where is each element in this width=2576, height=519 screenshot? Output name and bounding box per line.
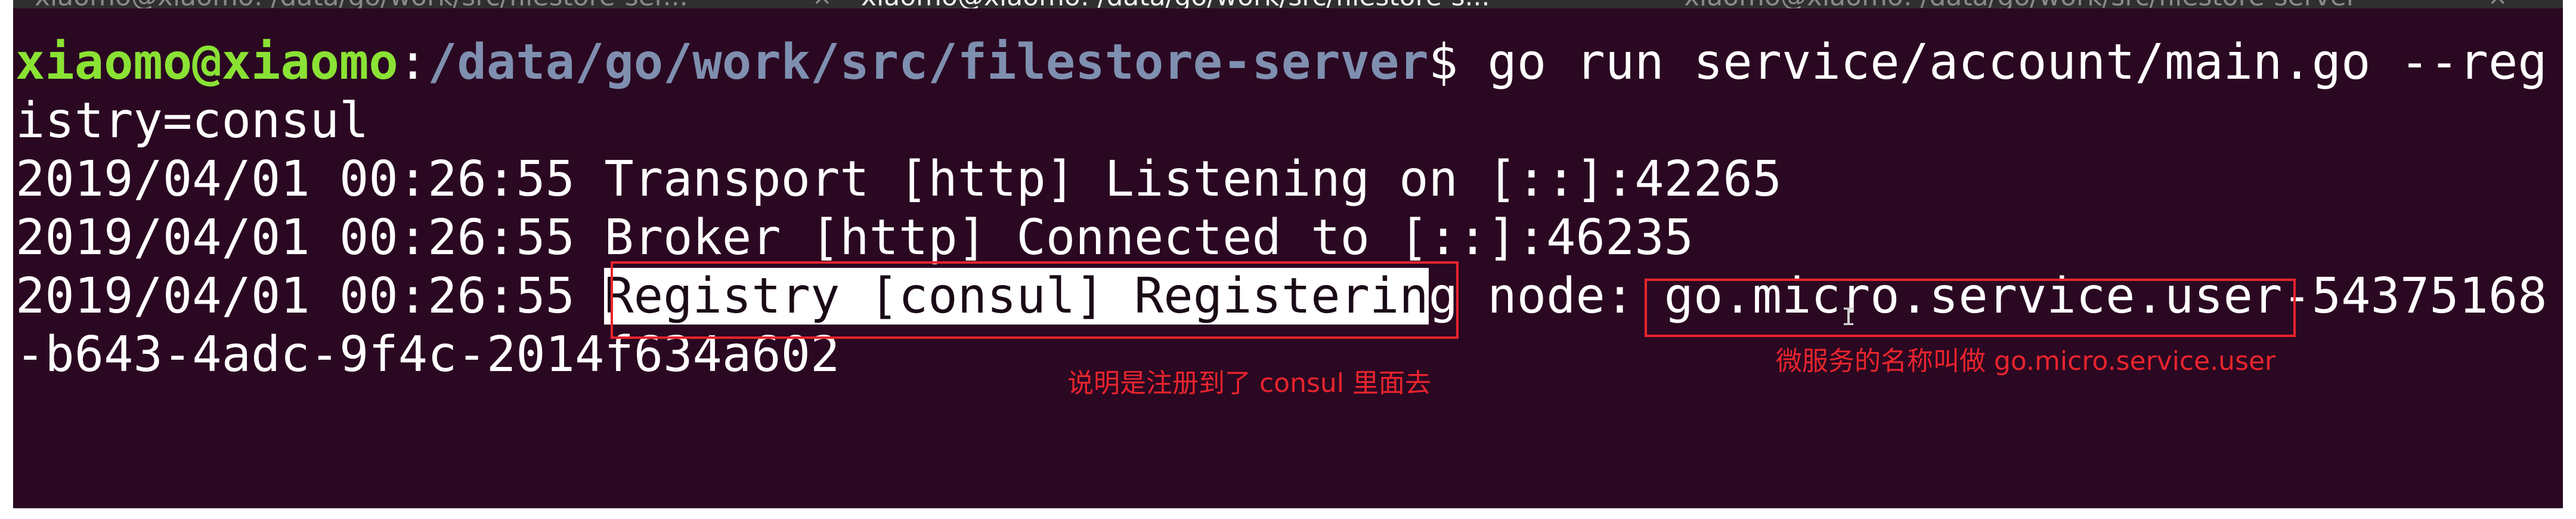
prompt-line: xiaomo@xiaomo:/data/go/work/src/filestor… bbox=[16, 33, 2547, 92]
annotation-box-registry bbox=[611, 261, 1459, 339]
tab-3-close-icon[interactable]: × bbox=[2488, 0, 2508, 8]
log-line-registry-timestamp: 2019/04/01 00:26:55 bbox=[16, 268, 605, 325]
command-wrap-line: istry=consul bbox=[16, 92, 369, 149]
log-line-broker: 2019/04/01 00:26:55 Broker [http] Connec… bbox=[16, 209, 1693, 266]
prompt-symbol: $ bbox=[1428, 34, 1459, 91]
prompt-user: xiaomo@xiaomo bbox=[16, 34, 398, 91]
prompt-path: /data/go/work/src/filestore-server bbox=[428, 34, 1429, 91]
command-text: go run service/account/main.go --reg bbox=[1458, 34, 2547, 91]
prompt-colon: : bbox=[398, 34, 428, 91]
text-cursor-icon: I bbox=[1841, 304, 1856, 331]
terminal-window[interactable]: xiaomo@xiaomo: /data/go/work/src/filesto… bbox=[13, 0, 2563, 508]
tab-2-active[interactable]: xiaomo@xiaomo: /data/go/work/src/filesto… bbox=[861, 0, 1672, 8]
annotation-registry-note: 说明是注册到了 consul 里面去 bbox=[1067, 368, 1432, 398]
tab-bar: xiaomo@xiaomo: /data/go/work/src/filesto… bbox=[13, 0, 2563, 8]
annotation-box-service-name bbox=[1645, 279, 2296, 337]
tab-3[interactable]: xiaomo@xiaomo: /data/go/work/src/filesto… bbox=[1684, 0, 2357, 8]
tab-1-close-icon[interactable]: × bbox=[812, 0, 832, 8]
annotation-service-note: 微服务的名称叫做 go.micro.service.user bbox=[1776, 346, 2276, 376]
log-line-transport: 2019/04/01 00:26:55 Transport [http] Lis… bbox=[16, 151, 1782, 208]
tab-1[interactable]: xiaomo@xiaomo: /data/go/work/src/filesto… bbox=[35, 0, 688, 8]
